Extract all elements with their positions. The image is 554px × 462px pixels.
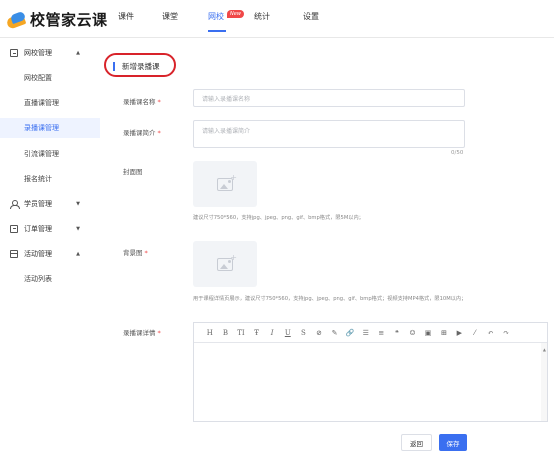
user-icon <box>10 200 20 209</box>
sidebar-group-label: 网校管理 <box>24 49 52 57</box>
background-upload[interactable]: + <box>193 241 257 287</box>
code-icon[interactable]: ⁄ <box>467 329 483 337</box>
align-icon[interactable]: ≡ <box>374 329 390 337</box>
sidebar-item-label: 直播课管理 <box>24 99 59 107</box>
course-name-input[interactable]: 请输入录播课名称 <box>193 89 465 107</box>
caret-up-icon: ▲ <box>76 251 80 257</box>
sidebar-group-students[interactable]: 学员管理 ▼ <box>0 194 100 214</box>
heading-icon[interactable]: H <box>202 329 218 337</box>
logo[interactable]: 校管家云课 <box>5 9 108 30</box>
save-button[interactable]: 保存 <box>439 434 467 451</box>
sidebar-group-label: 订单管理 <box>24 225 52 233</box>
caret-down-icon: ▼ <box>76 201 80 207</box>
sidebar-item-label: 报名统计 <box>24 175 52 183</box>
sidebar-item-live[interactable]: 直播课管理 <box>0 93 100 113</box>
quote-icon[interactable]: ❝ <box>389 329 405 337</box>
detail-label: 录播课详情 * <box>123 329 161 337</box>
image-icon[interactable]: ▣ <box>420 329 436 337</box>
scroll-up-icon: ▲ <box>542 347 546 352</box>
bold-icon[interactable]: B <box>218 329 234 337</box>
sidebar-group-online-school[interactable]: 网校管理 ▲ <box>0 43 100 63</box>
nav-active-underline <box>208 30 226 32</box>
order-icon <box>10 225 18 233</box>
sidebar-item-activity-list[interactable]: 活动列表 <box>0 269 100 289</box>
strikethrough-icon[interactable]: S <box>296 329 312 337</box>
top-bar: 校管家云课 课件 课堂 网校 New 统计 设置 <box>0 0 554 38</box>
sidebar-item-label: 引流课管理 <box>24 150 59 158</box>
editor-toolbar: H B TI Ŧ I U S ⊘ ✎ 🔗 ☰ ≡ ❝ ☺ ▣ ⊞ ▶ ⁄ ↶ ↷ <box>194 323 547 343</box>
sidebar-group-label: 学员管理 <box>24 200 52 208</box>
cover-label: 封面图 <box>123 168 143 176</box>
cover-hint: 建议尺寸750*560，支持jpg、jpeg、png、gif、bmp格式，限5M… <box>193 215 364 221</box>
redo-icon[interactable]: ↷ <box>498 329 514 337</box>
sidebar-group-orders[interactable]: 订单管理 ▼ <box>0 219 100 239</box>
nav-item-online-school[interactable]: 网校 <box>208 11 224 22</box>
sidebar-group-activities[interactable]: 活动管理 ▲ <box>0 244 100 264</box>
nav-item-courseware[interactable]: 课件 <box>118 11 134 22</box>
sidebar-item-enrollment[interactable]: 报名统计 <box>0 169 100 189</box>
text-color-icon[interactable]: ✎ <box>327 329 343 337</box>
sidebar-group-label: 活动管理 <box>24 250 52 258</box>
logo-icon <box>5 10 28 30</box>
rich-text-editor: H B TI Ŧ I U S ⊘ ✎ 🔗 ☰ ≡ ❝ ☺ ▣ ⊞ ▶ ⁄ ↶ ↷… <box>193 322 548 422</box>
font-family-icon[interactable]: Ŧ <box>249 329 265 337</box>
editor-content-area[interactable]: ▲ <box>194 343 547 421</box>
italic-icon[interactable]: I <box>264 329 280 337</box>
editor-scrollbar[interactable]: ▲ <box>541 343 547 421</box>
sidebar-item-label: 网校配置 <box>24 74 52 82</box>
name-label: 录播课名称 * <box>123 98 161 106</box>
square-icon <box>10 49 18 57</box>
image-upload-icon: + <box>217 253 237 271</box>
sidebar-item-recorded[interactable]: 录播课管理 <box>0 118 100 138</box>
nav-item-statistics[interactable]: 统计 <box>254 11 270 22</box>
font-size-icon[interactable]: TI <box>233 329 249 337</box>
underline-icon[interactable]: U <box>280 329 296 337</box>
nav-item-settings[interactable]: 设置 <box>303 11 319 22</box>
emoji-icon[interactable]: ☺ <box>405 329 421 337</box>
logo-text: 校管家云课 <box>30 11 108 29</box>
new-badge: New <box>227 10 244 18</box>
course-intro-textarea[interactable]: 请输入录播课简介 <box>193 120 465 148</box>
sidebar-item-lead[interactable]: 引流课管理 <box>0 144 100 164</box>
video-icon[interactable]: ▶ <box>452 329 468 337</box>
bg-label: 背景图 * <box>123 249 148 257</box>
table-icon[interactable]: ⊞ <box>436 329 452 337</box>
sidebar-item-label: 录播课管理 <box>24 124 59 132</box>
sidebar: 网校管理 ▲ 网校配置 直播课管理 录播课管理 引流课管理 报名统计 学员管理 … <box>0 38 100 462</box>
clear-format-icon[interactable]: ⊘ <box>311 329 327 337</box>
nav-item-classroom[interactable]: 课堂 <box>162 11 178 22</box>
activity-icon <box>10 250 18 258</box>
back-button[interactable]: 返回 <box>401 434 432 451</box>
highlight-annotation <box>104 53 176 77</box>
caret-up-icon: ▲ <box>76 50 80 56</box>
link-icon[interactable]: 🔗 <box>342 329 358 337</box>
cover-upload[interactable]: + <box>193 161 257 207</box>
image-upload-icon: + <box>217 173 237 191</box>
undo-icon[interactable]: ↶ <box>483 329 499 337</box>
caret-down-icon: ▼ <box>76 226 80 232</box>
sidebar-item-config[interactable]: 网校配置 <box>0 68 100 88</box>
list-icon[interactable]: ☰ <box>358 329 374 337</box>
sidebar-item-label: 活动列表 <box>24 275 52 283</box>
char-counter: 0/50 <box>451 150 464 156</box>
bg-hint: 用于课程详情页展示，建议尺寸750*560，支持jpg、jpeg、png、gif… <box>193 296 467 302</box>
intro-label: 录播课简介 * <box>123 129 161 137</box>
